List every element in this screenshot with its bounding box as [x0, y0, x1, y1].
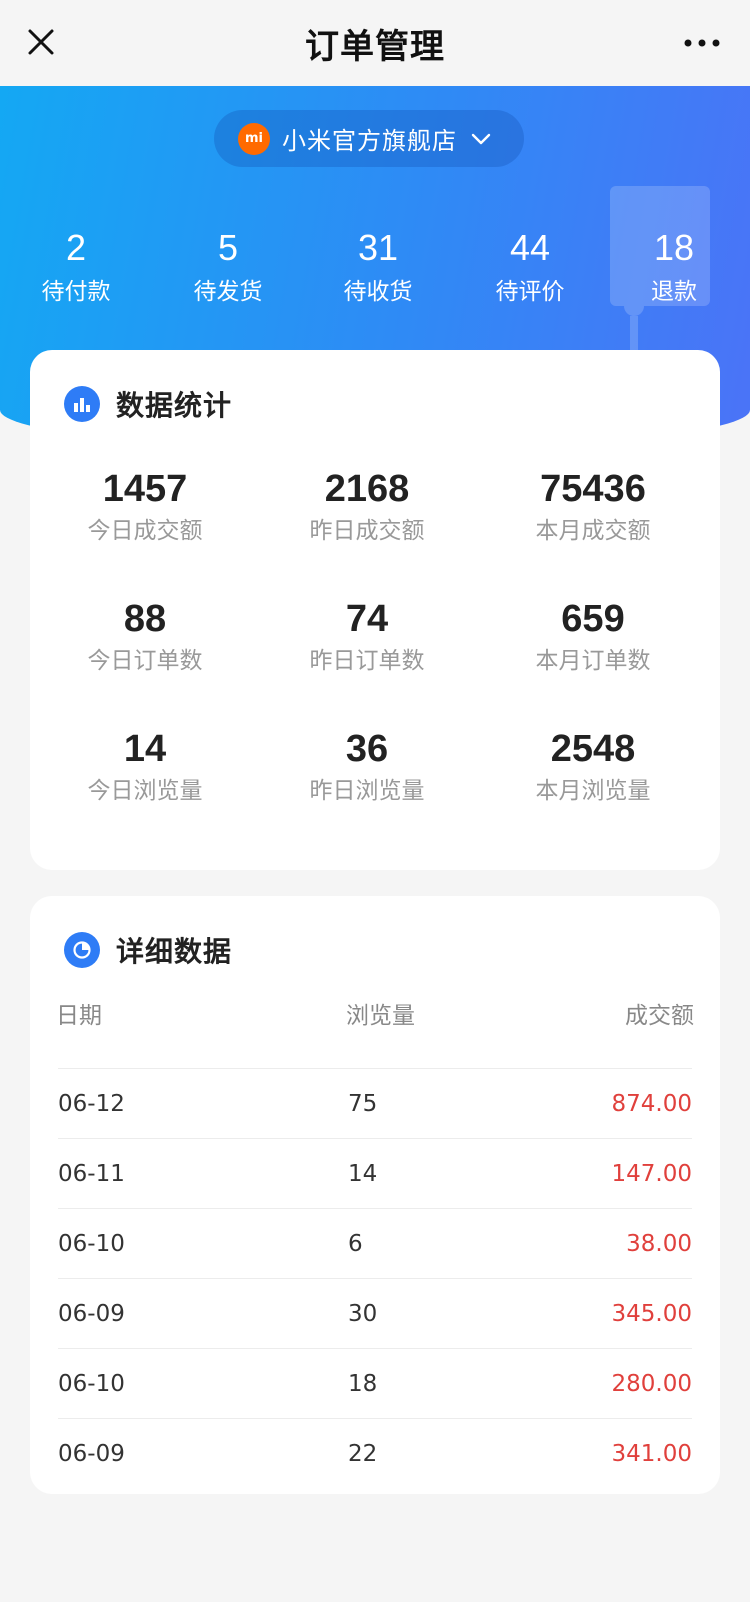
status-pending-shipment[interactable]: 5 待发货 [168, 226, 288, 310]
stat-value: 74 [345, 598, 389, 640]
status-count: 5 [217, 227, 239, 268]
pie-chart-icon [64, 932, 100, 968]
table-row: 06-09 22 341.00 [58, 1418, 692, 1489]
more-icon[interactable] [682, 36, 722, 50]
status-label: 待评价 [495, 279, 565, 305]
row-amount: 147.00 [611, 1161, 692, 1187]
detail-card-header: 详细数据 [64, 930, 232, 970]
row-date: 06-12 [58, 1091, 125, 1117]
stat-today-views: 14 今日浏览量 [30, 726, 260, 808]
status-count: 18 [653, 227, 695, 268]
stat-value: 75436 [540, 468, 646, 510]
navigation-bar: 订单管理 [0, 0, 750, 86]
stat-value: 2168 [324, 468, 410, 510]
stat-label: 昨日浏览量 [309, 778, 425, 804]
status-pending-payment[interactable]: 2 待付款 [16, 226, 136, 310]
status-label: 待发货 [193, 279, 263, 305]
order-status-row: 2 待付款 5 待发货 31 待收货 44 待评价 18 退款 [0, 226, 750, 326]
stat-yesterday-views: 36 昨日浏览量 [252, 726, 482, 808]
row-amount: 345.00 [611, 1301, 692, 1327]
close-icon[interactable] [26, 27, 56, 57]
stat-label: 今日浏览量 [87, 778, 203, 804]
detail-title: 详细数据 [116, 935, 233, 968]
stat-month-views: 2548 本月浏览量 [478, 726, 708, 808]
stat-value: 36 [345, 728, 389, 770]
status-count: 44 [509, 227, 551, 268]
stat-value: 88 [123, 598, 167, 640]
table-row: 06-12 75 874.00 [58, 1068, 692, 1139]
status-pending-review[interactable]: 44 待评价 [470, 226, 590, 310]
table-row: 06-10 6 38.00 [58, 1208, 692, 1279]
row-views: 22 [348, 1441, 378, 1467]
column-date: 日期 [56, 1003, 102, 1029]
stat-yesterday-orders: 74 昨日订单数 [252, 596, 482, 678]
stat-label: 今日订单数 [87, 648, 203, 674]
store-name: 小米官方旗舰店 [282, 127, 457, 155]
stat-label: 昨日订单数 [309, 648, 425, 674]
table-row: 06-11 14 147.00 [58, 1138, 692, 1209]
row-amount: 280.00 [611, 1371, 692, 1397]
row-amount: 341.00 [611, 1441, 692, 1467]
stat-value: 659 [561, 598, 625, 640]
stat-yesterday-revenue: 2168 昨日成交额 [252, 466, 482, 548]
stats-title: 数据统计 [116, 389, 233, 422]
row-amount: 38.00 [626, 1231, 692, 1257]
column-amount: 成交额 [625, 1003, 694, 1029]
stat-label: 本月成交额 [535, 518, 651, 544]
store-logo: mi [238, 122, 270, 155]
table-row: 06-10 18 280.00 [58, 1348, 692, 1419]
row-views: 14 [348, 1161, 378, 1187]
row-date: 06-11 [58, 1161, 125, 1187]
status-refund[interactable]: 18 退款 [614, 226, 734, 310]
stat-month-orders: 659 本月订单数 [478, 596, 708, 678]
stat-label: 本月订单数 [535, 648, 651, 674]
row-date: 06-10 [58, 1231, 125, 1257]
stat-value: 2548 [550, 728, 636, 770]
stat-value: 14 [123, 728, 167, 770]
store-selector[interactable]: mi 小米官方旗舰店 [214, 110, 524, 167]
status-pending-receipt[interactable]: 31 待收货 [318, 226, 438, 310]
status-label: 待收货 [343, 279, 413, 305]
status-count: 31 [357, 227, 399, 268]
stat-label: 今日成交额 [87, 518, 203, 544]
column-views: 浏览量 [346, 1003, 415, 1029]
table-header: 日期 浏览量 成交额 [56, 996, 694, 1036]
stat-today-revenue: 1457 今日成交额 [30, 466, 260, 548]
stat-value: 1457 [102, 468, 188, 510]
chevron-down-icon [471, 133, 491, 144]
stats-card-header: 数据统计 [64, 384, 232, 424]
row-views: 30 [348, 1301, 378, 1327]
row-views: 6 [348, 1231, 363, 1257]
stat-month-revenue: 75436 本月成交额 [478, 466, 708, 548]
bar-chart-icon [64, 386, 100, 422]
row-amount: 874.00 [611, 1091, 692, 1117]
stats-card: 数据统计 1457 今日成交额 2168 昨日成交额 75436 本月成交额 8… [30, 350, 720, 870]
stat-today-orders: 88 今日订单数 [30, 596, 260, 678]
row-date: 06-10 [58, 1371, 125, 1397]
page-title: 订单管理 [305, 26, 445, 67]
stat-label: 本月浏览量 [535, 778, 651, 804]
status-label: 退款 [651, 279, 697, 305]
status-count: 2 [65, 227, 87, 268]
row-date: 06-09 [58, 1441, 125, 1467]
status-label: 待付款 [41, 279, 111, 305]
table-row: 06-09 30 345.00 [58, 1278, 692, 1349]
detail-card: 详细数据 日期 浏览量 成交额 06-12 75 874.00 06-11 14… [30, 896, 720, 1494]
stat-label: 昨日成交额 [309, 518, 425, 544]
row-views: 18 [348, 1371, 378, 1397]
row-views: 75 [348, 1091, 378, 1117]
row-date: 06-09 [58, 1301, 125, 1327]
